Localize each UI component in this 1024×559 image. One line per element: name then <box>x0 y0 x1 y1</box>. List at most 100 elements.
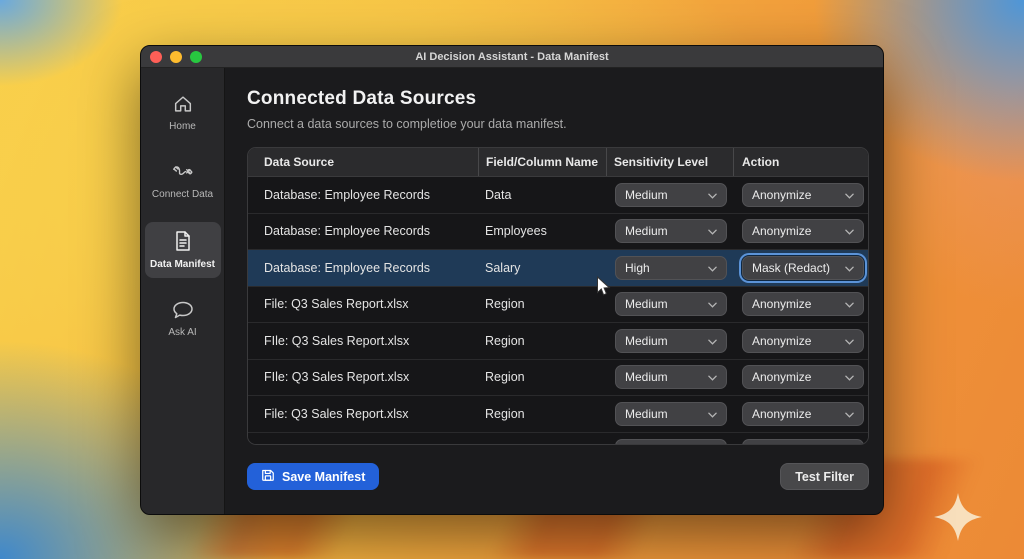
page-subtitle: Connect a data sources to completioe you… <box>247 117 883 131</box>
test-filter-button[interactable]: Test Filter <box>780 463 869 490</box>
footer-actions: Save Manifest Test Filter <box>247 463 869 490</box>
sensitivity-value: Medium <box>625 407 668 421</box>
table-row[interactable] <box>248 433 868 446</box>
chevron-down-icon <box>845 188 854 202</box>
document-icon <box>172 229 194 253</box>
save-manifest-button[interactable]: Save Manifest <box>247 463 379 490</box>
chevron-down-icon <box>708 188 717 202</box>
field-name-cell: Region <box>478 323 606 359</box>
data-source-cell: FIle: Q3 Sales Report.xlsx <box>248 360 478 396</box>
sidebar-item-label: Connect Data <box>152 189 213 200</box>
field-name-cell: Region <box>478 287 606 323</box>
data-source-cell: Database: Employee Records <box>248 177 478 213</box>
action-dropdown[interactable]: Anonymize <box>742 219 864 243</box>
action-dropdown[interactable]: Anonymize <box>742 292 864 316</box>
sensitivity-dropdown[interactable]: Medium <box>615 402 727 426</box>
sparkle-icon <box>933 492 983 547</box>
column-header-field: Field/Column Name <box>478 148 606 176</box>
page-title: Connected Data Sources <box>247 88 883 110</box>
chevron-down-icon <box>708 370 717 384</box>
table-row[interactable]: Database: Employee Records Data Medium <box>248 177 868 214</box>
action-value: Anonymize <box>752 370 811 384</box>
action-dropdown[interactable]: Anonymize <box>742 365 864 389</box>
sidebar-item-label: Data Manifest <box>150 259 215 270</box>
sidebar-item-ask-ai[interactable]: Ask AI <box>145 292 221 346</box>
field-name-cell: Employees <box>478 214 606 250</box>
data-source-cell <box>248 433 478 446</box>
chevron-down-icon <box>708 334 717 348</box>
table-header: Data Source Field/Column Name Sensitivit… <box>248 148 868 177</box>
test-filter-label: Test Filter <box>795 470 854 484</box>
chevron-down-icon <box>845 444 854 445</box>
data-source-cell: File: Q3 Sales Report.xlsx <box>248 396 478 432</box>
sidebar-item-connect-data[interactable]: Connect Data <box>145 154 221 208</box>
sidebar-item-label: Ask AI <box>168 327 196 338</box>
table-body: Database: Employee Records Data Medium <box>248 177 868 445</box>
field-name-cell: Region <box>478 396 606 432</box>
field-name-cell: Salary <box>478 250 606 286</box>
action-dropdown[interactable] <box>742 439 864 445</box>
sensitivity-dropdown[interactable]: Medium <box>615 183 727 207</box>
chevron-down-icon <box>845 370 854 384</box>
sensitivity-dropdown[interactable]: Medium <box>615 365 727 389</box>
sensitivity-value: Medium <box>625 370 668 384</box>
sensitivity-dropdown[interactable]: Medium <box>615 219 727 243</box>
action-dropdown[interactable]: Mask (Redact) <box>742 256 864 280</box>
action-value: Anonymize <box>752 407 811 421</box>
column-header-sensitivity: Sensitivity Level <box>606 148 733 176</box>
chevron-down-icon <box>845 407 854 421</box>
action-dropdown[interactable]: Anonymize <box>742 329 864 353</box>
sensitivity-value: High <box>625 261 650 275</box>
save-icon <box>261 468 275 485</box>
sensitivity-dropdown[interactable]: Medium <box>615 329 727 353</box>
data-sources-table: Data Source Field/Column Name Sensitivit… <box>247 147 869 445</box>
mouse-cursor <box>596 276 612 303</box>
chevron-down-icon <box>708 224 717 238</box>
plug-cable-icon <box>171 161 195 183</box>
home-icon <box>172 93 194 115</box>
table-row[interactable]: File: Q3 Sales Report.xlsx Region Medium <box>248 396 868 433</box>
action-value: Anonymize <box>752 334 811 348</box>
chevron-down-icon <box>708 407 717 421</box>
sensitivity-value: Medium <box>625 297 668 311</box>
sensitivity-dropdown[interactable] <box>615 439 727 445</box>
sensitivity-value: Medium <box>625 224 668 238</box>
data-source-cell: File: Q3 Sales Report.xlsx <box>248 287 478 323</box>
sensitivity-value: Medium <box>625 334 668 348</box>
table-row[interactable]: Database: Employee Records Employees Med… <box>248 214 868 251</box>
sidebar-item-label: Home <box>169 121 196 132</box>
action-value: Anonymize <box>752 224 811 238</box>
action-value: Anonymize <box>752 297 811 311</box>
data-source-cell: FIle: Q3 Sales Report.xlsx <box>248 323 478 359</box>
chevron-down-icon <box>708 444 717 445</box>
data-source-cell: Database: Employee Records <box>248 214 478 250</box>
save-manifest-label: Save Manifest <box>282 470 365 484</box>
sidebar-item-data-manifest[interactable]: Data Manifest <box>145 222 221 278</box>
action-dropdown[interactable]: Anonymize <box>742 183 864 207</box>
action-dropdown[interactable]: Anonymize <box>742 402 864 426</box>
table-row[interactable]: FIle: Q3 Sales Report.xlsx Region Medium <box>248 323 868 360</box>
sensitivity-dropdown[interactable]: High <box>615 256 727 280</box>
chevron-down-icon <box>845 297 854 311</box>
sensitivity-dropdown[interactable]: Medium <box>615 292 727 316</box>
field-name-cell: Data <box>478 177 606 213</box>
chevron-down-icon <box>845 224 854 238</box>
sidebar: Home Connect Data <box>141 68 225 514</box>
action-value: Anonymize <box>752 188 811 202</box>
app-window: AI Decision Assistant - Data Manifest Ho… <box>140 45 884 515</box>
chevron-down-icon <box>708 297 717 311</box>
chevron-down-icon <box>708 261 717 275</box>
table-row[interactable]: Database: Employee Records Salary High <box>248 250 868 287</box>
window-title: AI Decision Assistant - Data Manifest <box>141 51 883 63</box>
data-source-cell: Database: Employee Records <box>248 250 478 286</box>
field-name-cell <box>478 433 606 446</box>
table-row[interactable]: FIle: Q3 Sales Report.xlsx Region Medium <box>248 360 868 397</box>
sensitivity-value: Medium <box>625 188 668 202</box>
table-row[interactable]: File: Q3 Sales Report.xlsx Region Medium <box>248 287 868 324</box>
chevron-down-icon <box>845 334 854 348</box>
chevron-down-icon <box>845 261 854 275</box>
titlebar[interactable]: AI Decision Assistant - Data Manifest <box>141 46 883 68</box>
column-header-data-source: Data Source <box>248 148 478 176</box>
sidebar-item-home[interactable]: Home <box>145 86 221 140</box>
chat-bubble-icon <box>171 299 195 321</box>
